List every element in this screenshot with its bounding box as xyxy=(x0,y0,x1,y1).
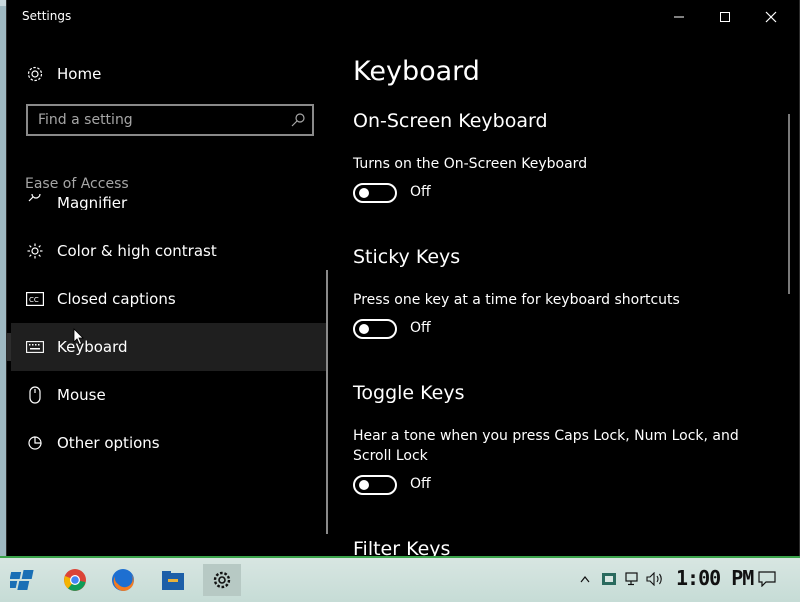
toggle-knob xyxy=(359,188,369,198)
sidebar-item-other-options[interactable]: Other options xyxy=(11,419,327,467)
brightness-icon xyxy=(25,241,45,261)
cc-icon: CC xyxy=(25,289,45,309)
sidebar-item-label: Closed captions xyxy=(57,290,176,308)
taskbar-file-explorer-button[interactable] xyxy=(154,564,192,596)
sticky-keys-toggle[interactable] xyxy=(353,319,397,339)
network-icon[interactable] xyxy=(624,570,642,588)
taskbar: 1:00 PM xyxy=(0,556,800,602)
mouse-cursor-icon xyxy=(73,328,84,346)
home-label: Home xyxy=(57,65,102,83)
filter-keys-title: Filter Keys xyxy=(353,538,451,556)
on-screen-keyboard-description: Turns on the On-Screen Keyboard xyxy=(353,156,588,172)
taskbar-firefox-button[interactable] xyxy=(104,564,142,596)
magnifier-icon xyxy=(25,194,45,206)
firefox-icon xyxy=(112,569,134,591)
sidebar-item-label: Mouse xyxy=(57,386,106,404)
mouse-icon xyxy=(25,385,45,405)
on-screen-keyboard-title: On-Screen Keyboard xyxy=(353,110,548,132)
sidebar-item-label: Keyboard xyxy=(57,338,128,356)
chevron-up-icon[interactable] xyxy=(576,570,594,588)
sticky-keys-state: Off xyxy=(410,320,431,336)
sidebar-item-home[interactable]: Home xyxy=(7,52,327,96)
page-title: Keyboard xyxy=(353,56,480,87)
sticky-keys-title: Sticky Keys xyxy=(353,246,461,268)
taskbar-clock[interactable]: 1:00 PM xyxy=(676,566,754,590)
sidebar-item-color-high-contrast[interactable]: Color & high contrast xyxy=(11,227,327,275)
svg-text:CC: CC xyxy=(29,296,39,304)
window-title: Settings xyxy=(22,9,72,23)
on-screen-keyboard-toggle[interactable] xyxy=(353,183,397,203)
toggle-keys-toggle[interactable] xyxy=(353,475,397,495)
search-input[interactable] xyxy=(28,106,298,134)
sidebar-item-keyboard[interactable]: Keyboard xyxy=(7,323,327,371)
toggle-keys-description: Hear a tone when you press Caps Lock, Nu… xyxy=(353,428,739,464)
volume-icon[interactable] xyxy=(646,570,664,588)
settings-icon xyxy=(213,571,231,589)
keyboard-icon xyxy=(25,337,45,357)
sidebar-item-label: Magnifier xyxy=(57,194,128,212)
minimize-icon xyxy=(674,16,684,18)
sidebar-item-label: Color & high contrast xyxy=(57,242,217,260)
taskbar-settings-button[interactable] xyxy=(203,564,241,596)
toggle-knob xyxy=(359,480,369,490)
title-bar[interactable]: Settings xyxy=(7,0,799,34)
settings-window: Settings Home Ease of Access xyxy=(6,0,800,556)
content-scrollbar[interactable] xyxy=(788,114,790,294)
sidebar-item-label: Other options xyxy=(57,434,160,452)
chrome-icon xyxy=(64,569,86,591)
sticky-keys-description: Press one key at a time for keyboard sho… xyxy=(353,292,680,308)
other-options-icon xyxy=(25,433,45,453)
file-explorer-icon xyxy=(162,571,184,590)
sidebar-nav-list: Magnifier Color & high contrast CC Close… xyxy=(7,180,327,556)
sidebar-item-magnifier[interactable]: Magnifier xyxy=(11,194,327,212)
minimize-button[interactable] xyxy=(656,0,702,34)
notification-icon[interactable] xyxy=(758,570,776,588)
gear-icon xyxy=(25,64,45,84)
app-tray-icon[interactable] xyxy=(600,570,618,588)
taskbar-chrome-button[interactable] xyxy=(56,564,94,596)
sidebar-scrollbar[interactable] xyxy=(326,270,328,534)
on-screen-keyboard-state: Off xyxy=(410,184,431,200)
maximize-button[interactable] xyxy=(702,0,748,34)
sidebar-item-closed-captions[interactable]: CC Closed captions xyxy=(11,275,327,323)
search-box[interactable] xyxy=(26,104,314,136)
toggle-knob xyxy=(359,324,369,334)
toggle-keys-state: Off xyxy=(410,476,431,492)
toggle-keys-title: Toggle Keys xyxy=(353,382,465,404)
start-icon xyxy=(10,570,34,590)
start-button[interactable] xyxy=(4,564,42,596)
sidebar-item-mouse[interactable]: Mouse xyxy=(11,371,327,419)
search-icon[interactable] xyxy=(290,112,306,128)
close-icon xyxy=(765,11,777,23)
close-button[interactable] xyxy=(748,0,794,34)
maximize-icon xyxy=(720,12,730,22)
